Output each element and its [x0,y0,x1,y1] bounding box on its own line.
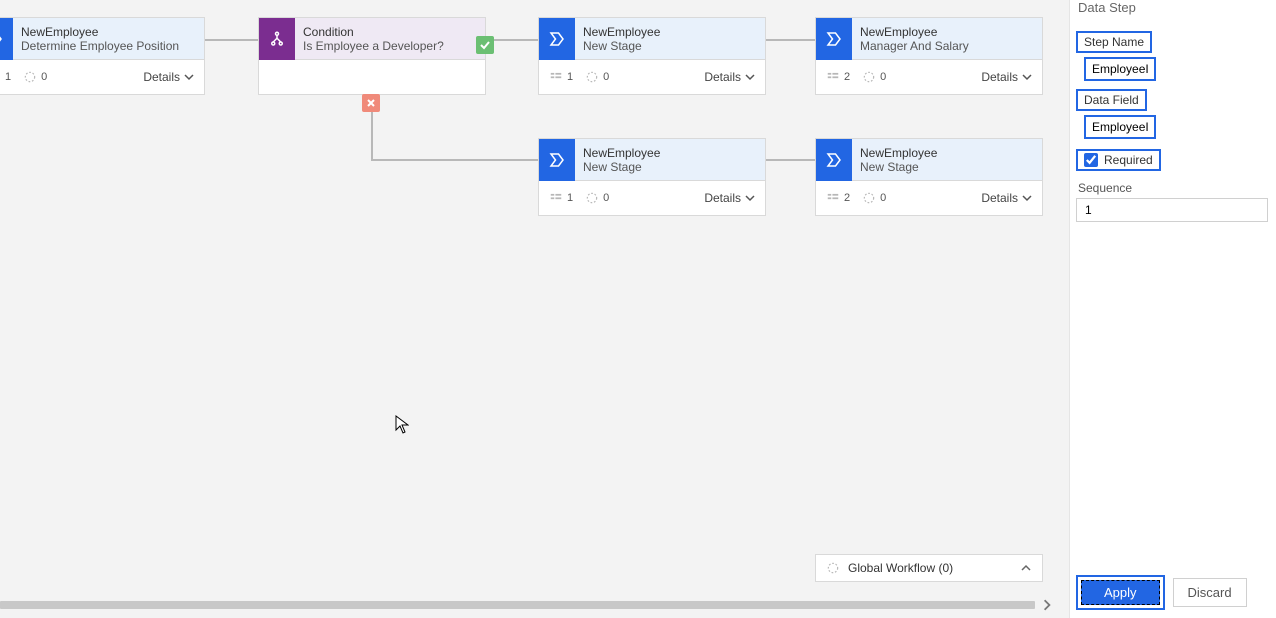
data-field-label: Data Field [1076,89,1147,111]
sequence-input[interactable] [1076,198,1268,222]
panel-section-title: Data Step [1076,0,1270,15]
node-header: NewEmployee New Stage [816,139,1042,181]
node-entity: NewEmployee [583,25,660,39]
node-name: Manager And Salary [860,39,969,53]
scroll-right-arrow-icon[interactable] [1041,599,1053,611]
node-name: New Stage [860,160,937,174]
condition-icon [259,18,295,60]
node-header: NewEmployee New Stage [539,18,765,60]
apply-button[interactable]: Apply [1081,580,1160,605]
steps-count: 1 [549,191,573,205]
required-checkbox[interactable] [1084,153,1098,167]
node-name: New Stage [583,39,660,53]
workflow-canvas[interactable]: NewEmployee Determine Employee Position … [0,0,1069,618]
properties-panel: Data Step Step Name Data Field Required … [1069,0,1276,618]
node-header: NewEmployee Determine Employee Position [0,18,204,60]
sequence-label: Sequence [1078,181,1270,195]
steps-count: 2 [826,191,850,205]
condition-yes-badge [476,36,494,54]
node-entity: NewEmployee [860,146,937,160]
required-checkbox-row[interactable]: Required [1076,149,1161,171]
condition-node[interactable]: Condition Is Employee a Developer? [258,17,486,95]
stage-node-new-stage-3[interactable]: NewEmployee New Stage 2 0 Details [815,138,1043,216]
flow-count: 0 [23,70,47,84]
scrollbar-thumb[interactable] [0,601,1035,609]
node-entity: NewEmployee [21,25,179,39]
steps-count: 1 [549,70,573,84]
data-field-input[interactable] [1084,115,1156,139]
mouse-cursor-icon [395,415,409,435]
node-entity: NewEmployee [860,25,969,39]
step-name-label: Step Name [1076,31,1152,53]
details-button[interactable]: Details [143,70,194,84]
stage-node-manager-salary[interactable]: NewEmployee Manager And Salary 2 0 Detai… [815,17,1043,95]
condition-no-badge [362,94,380,112]
node-header: NewEmployee New Stage [539,139,765,181]
discard-button[interactable]: Discard [1173,578,1247,607]
stage-icon [539,139,575,181]
stage-node-new-stage-2[interactable]: NewEmployee New Stage 1 0 Details [538,138,766,216]
node-header: NewEmployee Manager And Salary [816,18,1042,60]
workflow-icon [826,561,840,575]
flow-count: 0 [585,191,609,205]
flow-count: 0 [862,191,886,205]
flow-count: 0 [585,70,609,84]
node-name: Determine Employee Position [21,39,179,53]
connector [766,39,815,41]
horizontal-scrollbar[interactable] [0,600,1060,610]
node-name: New Stage [583,160,660,174]
node-header: Condition Is Employee a Developer? [259,18,485,60]
node-footer [259,60,485,94]
details-button[interactable]: Details [981,191,1032,205]
chevron-up-icon [1020,562,1032,574]
required-label: Required [1104,153,1153,167]
apply-highlight: Apply [1076,575,1165,610]
stage-node-new-stage-1[interactable]: NewEmployee New Stage 1 0 Details [538,17,766,95]
steps-count: 2 [826,70,850,84]
global-workflow-bar[interactable]: Global Workflow (0) [815,554,1043,582]
details-button[interactable]: Details [981,70,1032,84]
stage-icon [816,18,852,60]
stage-node-determine-position[interactable]: NewEmployee Determine Employee Position … [0,17,205,95]
stage-icon [0,18,13,60]
flow-count: 0 [862,70,886,84]
details-button[interactable]: Details [704,70,755,84]
connector [371,159,538,161]
details-button[interactable]: Details [704,191,755,205]
step-name-input[interactable] [1084,57,1156,81]
connector [205,39,259,41]
stage-icon [539,18,575,60]
stage-icon [816,139,852,181]
connector [766,159,815,161]
node-name: Is Employee a Developer? [303,39,444,53]
node-entity: Condition [303,25,444,39]
global-workflow-label: Global Workflow (0) [848,561,953,575]
steps-count: 1 [0,70,11,84]
node-entity: NewEmployee [583,146,660,160]
node-footer: 1 0 Details [0,60,204,94]
